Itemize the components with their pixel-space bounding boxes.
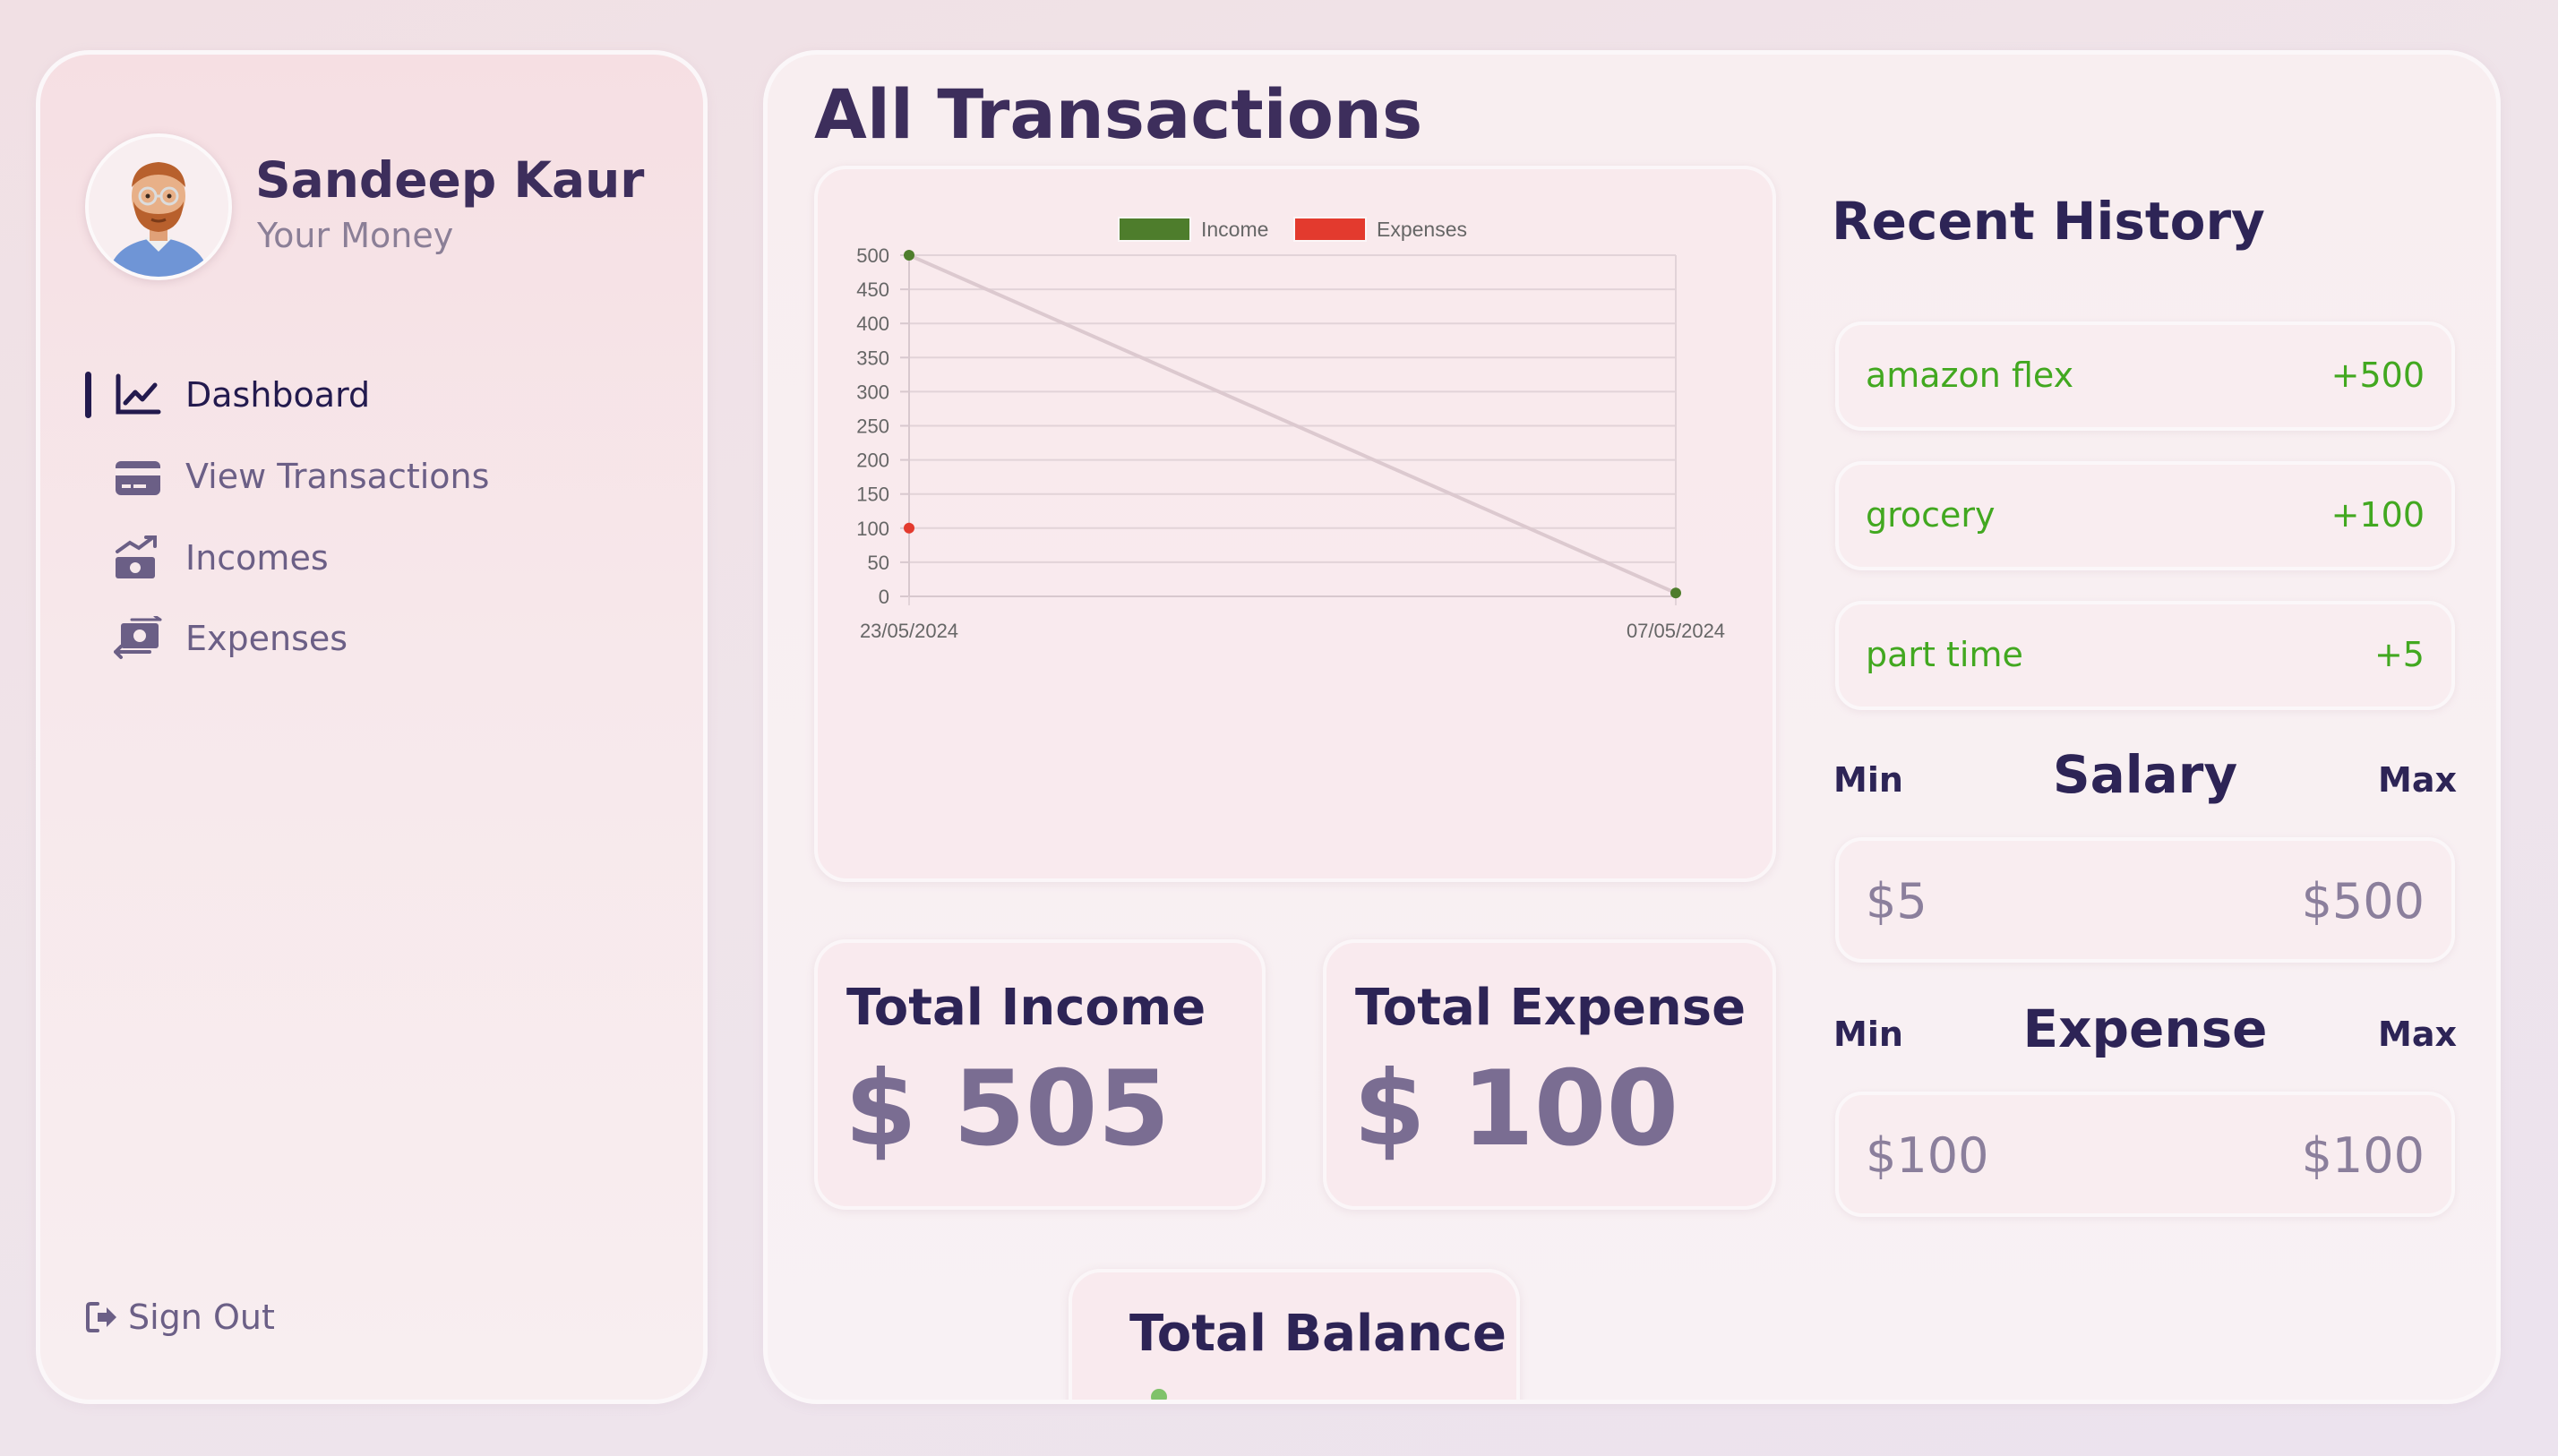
sidebar-item-label: Dashboard <box>185 375 371 415</box>
sidebar-item-label: Expenses <box>185 619 348 658</box>
balance-indicator-dot <box>1151 1389 1167 1400</box>
y-tick-label: 200 <box>856 450 889 472</box>
salary-max-label: Max <box>2378 760 2457 800</box>
expense-range-box: $100 $100 <box>1835 1092 2455 1217</box>
user-name: Sandeep Kaur <box>255 151 645 209</box>
history-item: part time +5 <box>1835 601 2455 710</box>
total-balance-title: Total Balance <box>1129 1305 1506 1363</box>
series-line-income <box>908 253 1677 595</box>
expense-title: Expense <box>2022 998 2268 1059</box>
y-tick-label: 450 <box>856 278 889 301</box>
sidebar-item-incomes[interactable]: Incomes <box>40 527 667 589</box>
history-item-amount: +500 <box>2331 355 2425 395</box>
y-tick-label: 300 <box>856 381 889 403</box>
history-item-amount: +100 <box>2331 495 2425 535</box>
x-tick-label: 23/05/2024 <box>860 620 958 642</box>
history-item: amazon flex +500 <box>1835 321 2455 431</box>
transactions-chart: 0 50 100 150 200 250 300 350 400 450 500 23/05/2024… <box>856 217 1725 642</box>
y-tick-label: 100 <box>856 518 889 540</box>
history-item-name: amazon flex <box>1866 355 2074 395</box>
salary-min-value: $5 <box>1866 873 1927 929</box>
sign-out-label: Sign Out <box>128 1298 275 1337</box>
salary-max-value: $500 <box>2301 873 2425 929</box>
avatar-illustration <box>89 137 228 277</box>
line-chart-icon <box>116 373 161 415</box>
total-expense-card: Total Expense $ 100 <box>1323 939 1776 1210</box>
y-tick-label: 50 <box>868 552 889 574</box>
total-expense-title: Total Expense <box>1355 979 1747 1037</box>
money-bill-trend-up-icon <box>116 535 157 578</box>
total-income-title: Total Income <box>846 979 1206 1037</box>
money-bill-transfer-icon <box>114 616 162 659</box>
main-panel: All Transactions 0 50 100 150 200 250 300 350 40… <box>763 50 2501 1404</box>
legend-swatch-income <box>1118 217 1191 242</box>
total-expense-value: $ 100 <box>1353 1049 1679 1169</box>
sign-out-button[interactable]: Sign Out <box>85 1298 275 1337</box>
history-item-name: part time <box>1866 635 2023 674</box>
sidebar-item-label: View Transactions <box>185 457 490 496</box>
sidebar-item-dashboard[interactable]: Dashboard <box>40 364 667 426</box>
data-point-income <box>1670 587 1681 599</box>
sidebar-item-expenses[interactable]: Expenses <box>40 607 667 670</box>
legend-label-income: Income <box>1201 218 1268 241</box>
salary-range-header: Min Salary Max <box>1833 744 2457 816</box>
expense-max-value: $100 <box>2301 1127 2425 1184</box>
recent-history-title: Recent History <box>1832 191 2265 252</box>
y-tick-label: 0 <box>879 586 889 608</box>
legend-swatch-expenses <box>1293 217 1367 242</box>
sidebar-item-view-transactions[interactable]: View Transactions <box>40 445 667 508</box>
legend-label-expenses: Expenses <box>1377 218 1467 241</box>
y-tick-label: 250 <box>856 415 889 438</box>
sign-out-icon <box>86 1302 116 1332</box>
expense-min-value: $100 <box>1866 1127 1989 1184</box>
user-subtitle: Your Money <box>257 216 454 255</box>
data-point-expenses <box>904 522 914 534</box>
total-income-value: $ 505 <box>845 1049 1171 1169</box>
y-tick-label: 400 <box>856 313 889 335</box>
x-tick-label: 07/05/2024 <box>1627 620 1725 642</box>
y-tick-label: 150 <box>856 484 889 506</box>
y-tick-label: 350 <box>856 347 889 369</box>
history-item-name: grocery <box>1866 495 1996 535</box>
history-item: grocery +100 <box>1835 461 2455 570</box>
data-point-income <box>904 250 914 261</box>
total-income-card: Total Income $ 505 <box>814 939 1266 1210</box>
page-title: All Transactions <box>814 74 1423 154</box>
transactions-chart-card: 0 50 100 150 200 250 300 350 400 450 500 23/05/2024… <box>814 166 1776 882</box>
avatar <box>85 133 232 280</box>
expense-range-header: Min Expense Max <box>1833 998 2457 1070</box>
expense-max-label: Max <box>2378 1015 2457 1054</box>
total-balance-card: Total Balance <box>1069 1269 1520 1400</box>
credit-card-icon <box>116 461 160 495</box>
y-tick-label: 500 <box>856 244 889 267</box>
sidebar-item-label: Incomes <box>185 538 329 578</box>
salary-range-box: $5 $500 <box>1835 837 2455 963</box>
salary-title: Salary <box>2052 744 2238 805</box>
history-item-amount: +5 <box>2373 635 2425 674</box>
sidebar: Sandeep Kaur Your Money Dashboard View T… <box>36 50 708 1404</box>
